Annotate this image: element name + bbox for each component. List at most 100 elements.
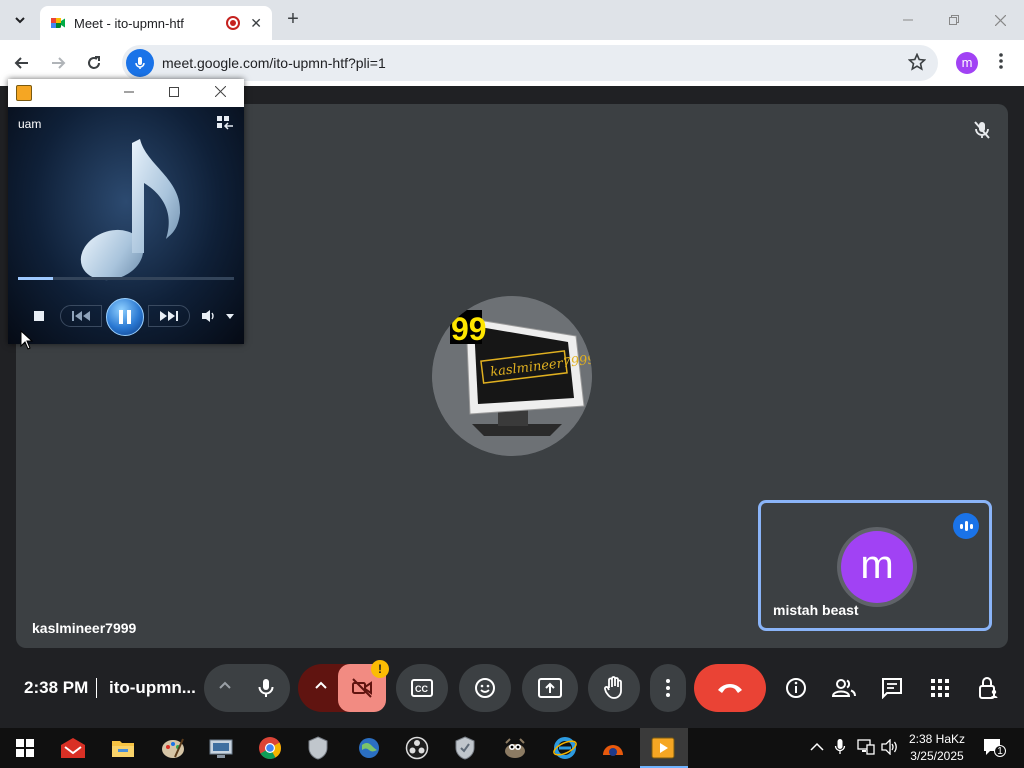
self-avatar-initial: m — [841, 531, 913, 603]
back-button[interactable] — [10, 51, 34, 75]
host-controls-button[interactable] — [976, 676, 1000, 700]
volume-icon[interactable] — [881, 738, 899, 758]
chrome-icon — [259, 737, 281, 759]
video-off-icon — [352, 678, 372, 698]
present-screen-button[interactable] — [522, 664, 578, 712]
show-hidden-icons-button[interactable] — [810, 740, 824, 755]
meeting-details-button[interactable] — [784, 676, 808, 700]
raise-hand-button[interactable] — [588, 664, 640, 712]
more-vert-icon — [999, 53, 1003, 69]
browser-tab-strip: Meet - ito-upmn-htf ✕ + — [0, 0, 1024, 40]
close-icon — [214, 85, 226, 98]
network-icon[interactable] — [857, 739, 875, 758]
taskbar-app-9[interactable] — [452, 736, 478, 760]
address-bar[interactable]: meet.google.com/ito-upmn-htf?pli=1 — [122, 45, 938, 81]
bookmark-star-icon[interactable] — [907, 52, 927, 76]
mic-off-icon — [970, 118, 994, 142]
audio-options-button[interactable] — [218, 678, 232, 697]
tab-meet[interactable]: Meet - ito-upmn-htf ✕ — [40, 6, 272, 40]
internet-explorer-button[interactable] — [552, 736, 578, 760]
microphone-icon — [126, 49, 154, 77]
people-button[interactable] — [832, 676, 856, 700]
taskbar-app-12[interactable] — [600, 736, 626, 760]
obs-button[interactable] — [404, 736, 430, 760]
profile-avatar[interactable]: m — [956, 52, 978, 74]
hand-icon — [604, 676, 622, 699]
window-minimize-button[interactable] — [888, 6, 928, 34]
taskbar-app-7[interactable] — [356, 736, 382, 760]
emoji-icon — [475, 678, 495, 698]
svg-text:CC: CC — [415, 684, 428, 694]
chat-icon — [882, 678, 902, 699]
activities-button[interactable] — [928, 676, 952, 700]
recording-icon — [226, 16, 241, 30]
stop-icon — [34, 311, 44, 321]
reload-button[interactable] — [82, 51, 106, 75]
network-app-button[interactable] — [208, 736, 234, 760]
reactions-button[interactable] — [459, 664, 511, 712]
tab-close-button[interactable]: ✕ — [250, 15, 262, 32]
chevron-up-icon — [810, 742, 824, 751]
more-options-button[interactable] — [650, 664, 686, 712]
taskbar-clock[interactable]: 2:38 HaKz 3/25/2025 — [906, 731, 968, 765]
audio-control-group — [204, 664, 290, 712]
volume-dropdown-button[interactable] — [224, 310, 236, 322]
closed-captions-icon: CC — [411, 679, 433, 697]
meeting-clock: 2:38 PM — [24, 678, 89, 697]
present-to-all-icon — [538, 678, 562, 698]
arrow-left-icon — [14, 57, 28, 69]
media-player-close-button[interactable] — [209, 84, 231, 102]
media-player-icon — [651, 737, 675, 759]
media-player-maximize-button[interactable] — [163, 84, 185, 102]
arrow-right-icon — [52, 57, 66, 69]
chat-button[interactable] — [880, 676, 904, 700]
self-participant-name: mistah beast — [773, 602, 859, 618]
volume-button[interactable] — [200, 308, 218, 324]
self-view-tile[interactable]: m mistah beast — [758, 500, 992, 631]
info-icon — [786, 678, 806, 698]
media-player-minimize-button[interactable] — [118, 84, 140, 102]
start-button[interactable] — [12, 736, 38, 760]
window-close-button[interactable] — [980, 6, 1020, 34]
stop-button[interactable] — [32, 309, 46, 323]
notification-count-badge: 1 — [994, 745, 1006, 757]
leave-call-button[interactable] — [694, 664, 766, 712]
shield-check-icon — [455, 736, 475, 760]
globe-icon — [359, 738, 379, 758]
microphone-button[interactable] — [254, 676, 278, 705]
seek-bar[interactable] — [18, 277, 234, 280]
minimize-icon — [124, 91, 134, 93]
video-options-button[interactable] — [314, 678, 328, 697]
seek-bar-fill — [18, 277, 53, 280]
file-explorer-button[interactable] — [110, 736, 136, 760]
next-button[interactable] — [148, 305, 190, 327]
tray-microphone-icon[interactable] — [834, 738, 846, 759]
tab-search-button[interactable] — [8, 8, 32, 32]
restore-icon — [949, 15, 959, 25]
pause-button[interactable] — [106, 298, 144, 336]
window-restore-button[interactable] — [934, 6, 974, 34]
forward-button[interactable] — [46, 51, 70, 75]
internet-explorer-icon — [553, 737, 577, 759]
previous-button[interactable] — [60, 305, 102, 327]
action-center-button[interactable]: 1 — [982, 737, 1006, 759]
url-text: meet.google.com/ito-upmn-htf?pli=1 — [162, 55, 386, 71]
media-player-titlebar[interactable] — [8, 79, 244, 107]
paint-app-button[interactable] — [160, 736, 186, 760]
main-participant-name: kaslmineer7999 — [32, 620, 137, 636]
captions-button[interactable]: CC — [396, 664, 448, 712]
switch-to-library-button[interactable] — [216, 115, 234, 131]
meeting-code: ito-upmn... — [109, 678, 196, 697]
media-player-window: uam — [8, 79, 244, 344]
taskbar-app-6[interactable] — [305, 736, 331, 760]
chrome-button[interactable] — [257, 736, 283, 760]
svg-text:99: 99 — [451, 311, 487, 347]
gimp-button[interactable] — [502, 736, 528, 760]
chevron-up-icon — [315, 681, 327, 689]
new-tab-button[interactable]: + — [282, 8, 304, 30]
meet-control-bar: 2:38 PM ito-upmn... ! CC — [0, 648, 1024, 728]
browser-menu-button[interactable] — [994, 52, 1008, 74]
media-player-taskbar-button[interactable] — [650, 736, 676, 760]
taskbar-app-1[interactable] — [60, 736, 86, 760]
mouse-cursor-icon — [20, 330, 34, 350]
